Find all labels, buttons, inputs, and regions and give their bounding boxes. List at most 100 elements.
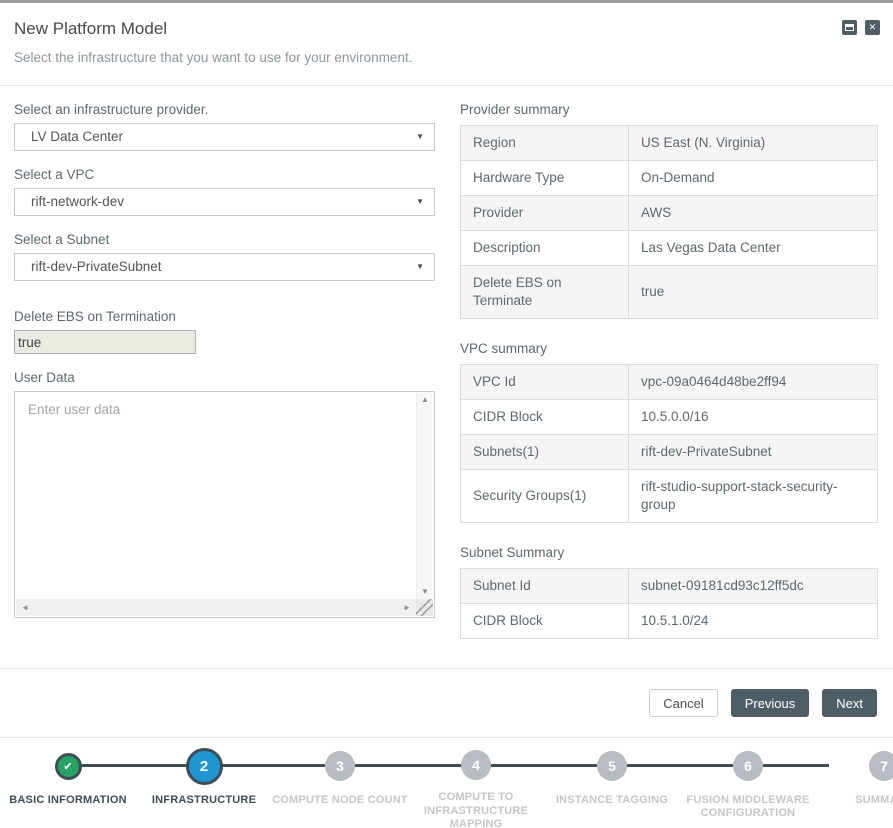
summary-row-value: subnet-09181cd93c12ff5dc (629, 569, 878, 604)
provider-select-label: Select an infrastructure provider. (14, 102, 435, 117)
chevron-down-icon: ▼ (416, 189, 424, 215)
horizontal-scrollbar[interactable]: ◄ ► (16, 599, 416, 616)
step-label: INFRASTRUCTURE (136, 794, 272, 807)
subnet-select-value: rift-dev-PrivateSubnet (31, 259, 162, 274)
summary-row-label: Region (461, 126, 629, 161)
stepper-connector-line (64, 764, 829, 767)
step: 3 COMPUTE NODE COUNT (272, 738, 408, 828)
table-row: Delete EBS on Terminate true (461, 266, 878, 319)
vertical-scrollbar[interactable]: ▲ ▼ (416, 393, 433, 599)
table-row: Provider AWS (461, 196, 878, 231)
table-row: Region US East (N. Virginia) (461, 126, 878, 161)
step: 7 SUMMARY (816, 738, 893, 828)
summary-row-label: Delete EBS on Terminate (461, 266, 629, 319)
next-button[interactable]: Next (822, 689, 877, 717)
subnet-select[interactable]: rift-dev-PrivateSubnet ▼ (14, 253, 435, 281)
table-row: Description Las Vegas Data Center (461, 231, 878, 266)
vpc-select-value: rift-network-dev (31, 194, 124, 209)
table-row: CIDR Block 10.5.0.0/16 (461, 400, 878, 435)
close-icon[interactable]: ✕ (865, 20, 880, 35)
scroll-up-icon[interactable]: ▲ (421, 396, 429, 404)
summary-title: Subnet Summary (460, 545, 878, 560)
scroll-down-icon[interactable]: ▼ (421, 588, 429, 596)
page-subtitle: Select the infrastructure that you want … (14, 50, 879, 65)
button-bar: Cancel Previous Next (649, 689, 877, 717)
table-row: Subnet Id subnet-09181cd93c12ff5dc (461, 569, 878, 604)
table-row: Hardware Type On-Demand (461, 161, 878, 196)
summary-section: VPC summary VPC Id vpc-09a0464d48be2ff94… (460, 341, 878, 523)
resize-grip[interactable] (416, 599, 433, 616)
step-circle-icon: 6 (733, 751, 763, 781)
summary-row-value: rift-studio-support-stack-security-group (629, 470, 878, 523)
step-label: SUMMARY (816, 794, 893, 807)
step-circle-icon: 3 (325, 751, 355, 781)
summary-row-value: rift-dev-PrivateSubnet (629, 435, 878, 470)
delete-ebs-input (14, 330, 196, 354)
summary-table: VPC Id vpc-09a0464d48be2ff94 CIDR Block … (460, 364, 878, 523)
step-circle-icon: 7 (869, 751, 893, 781)
step: 2 INFRASTRUCTURE (136, 738, 272, 828)
buttons-divider (0, 668, 893, 669)
user-data-textarea[interactable] (16, 393, 416, 599)
chevron-down-icon: ▼ (416, 124, 424, 150)
summary-row-label: CIDR Block (461, 604, 629, 639)
summary-section: Provider summary Region US East (N. Virg… (460, 102, 878, 319)
summary-row-value: 10.5.1.0/24 (629, 604, 878, 639)
summary-row-label: CIDR Block (461, 400, 629, 435)
step-label: BASIC INFORMATION (0, 794, 136, 807)
chevron-down-icon: ▼ (416, 254, 424, 280)
step: 5 INSTANCE TAGGING (544, 738, 680, 828)
infrastructure-form: Select an infrastructure provider. LV Da… (14, 86, 435, 618)
summary-title: VPC summary (460, 341, 878, 356)
table-row: VPC Id vpc-09a0464d48be2ff94 (461, 365, 878, 400)
previous-button[interactable]: Previous (731, 689, 810, 717)
step-label: INSTANCE TAGGING (544, 794, 680, 807)
table-row: CIDR Block 10.5.1.0/24 (461, 604, 878, 639)
window-controls: ✕ (842, 20, 880, 35)
summary-row-value: Las Vegas Data Center (629, 231, 878, 266)
summary-row-label: Hardware Type (461, 161, 629, 196)
step-label: COMPUTE NODE COUNT (272, 794, 408, 807)
dialog-header: New Platform Model Select the infrastruc… (0, 3, 893, 85)
summary-row-label: VPC Id (461, 365, 629, 400)
infrastructure-provider-select[interactable]: LV Data Center ▼ (14, 123, 435, 151)
summary-section: Subnet Summary Subnet Id subnet-09181cd9… (460, 545, 878, 639)
scroll-left-icon[interactable]: ◄ (21, 604, 29, 612)
stepper: ✔ BASIC INFORMATION 2 INFRASTRUCTURE 3 C… (0, 738, 893, 828)
summary-row-value: On-Demand (629, 161, 878, 196)
subnet-select-label: Select a Subnet (14, 232, 435, 247)
step-circle-icon[interactable]: 2 (186, 748, 223, 785)
maximize-icon[interactable] (842, 20, 857, 35)
user-data-field: ▲ ▼ ◄ ► (14, 391, 435, 618)
step-circle-icon: 5 (597, 751, 627, 781)
summary-row-label: Description (461, 231, 629, 266)
step-circle-icon: 4 (461, 750, 491, 780)
summaries: Provider summary Region US East (N. Virg… (460, 86, 878, 639)
provider-select-value: LV Data Center (31, 129, 123, 144)
summary-row-label: Subnet Id (461, 569, 629, 604)
user-data-label: User Data (14, 370, 435, 385)
summary-table: Region US East (N. Virginia) Hardware Ty… (460, 125, 878, 319)
scroll-right-icon[interactable]: ► (403, 604, 411, 612)
summary-table: Subnet Id subnet-09181cd93c12ff5dc CIDR … (460, 568, 878, 639)
cancel-button[interactable]: Cancel (649, 689, 717, 717)
summary-row-value: US East (N. Virginia) (629, 126, 878, 161)
step-label: FUSION MIDDLEWARE CONFIGURATION (680, 794, 816, 820)
summary-row-value: 10.5.0.0/16 (629, 400, 878, 435)
vpc-select[interactable]: rift-network-dev ▼ (14, 188, 435, 216)
step: 4 COMPUTE TO INFRASTRUCTURE MAPPING (408, 738, 544, 828)
summary-title: Provider summary (460, 102, 878, 117)
step: ✔ BASIC INFORMATION (0, 738, 136, 828)
summary-row-value: vpc-09a0464d48be2ff94 (629, 365, 878, 400)
step: 6 FUSION MIDDLEWARE CONFIGURATION (680, 738, 816, 828)
vpc-select-label: Select a VPC (14, 167, 435, 182)
summary-row-label: Provider (461, 196, 629, 231)
summary-row-label: Security Groups(1) (461, 470, 629, 523)
summary-row-value: true (629, 266, 878, 319)
page-title: New Platform Model (14, 19, 879, 39)
table-row: Security Groups(1) rift-studio-support-s… (461, 470, 878, 523)
summary-row-label: Subnets(1) (461, 435, 629, 470)
step-label: COMPUTE TO INFRASTRUCTURE MAPPING (408, 791, 544, 828)
step-circle-icon[interactable]: ✔ (55, 753, 82, 780)
new-platform-model-dialog: New Platform Model Select the infrastruc… (0, 0, 893, 828)
